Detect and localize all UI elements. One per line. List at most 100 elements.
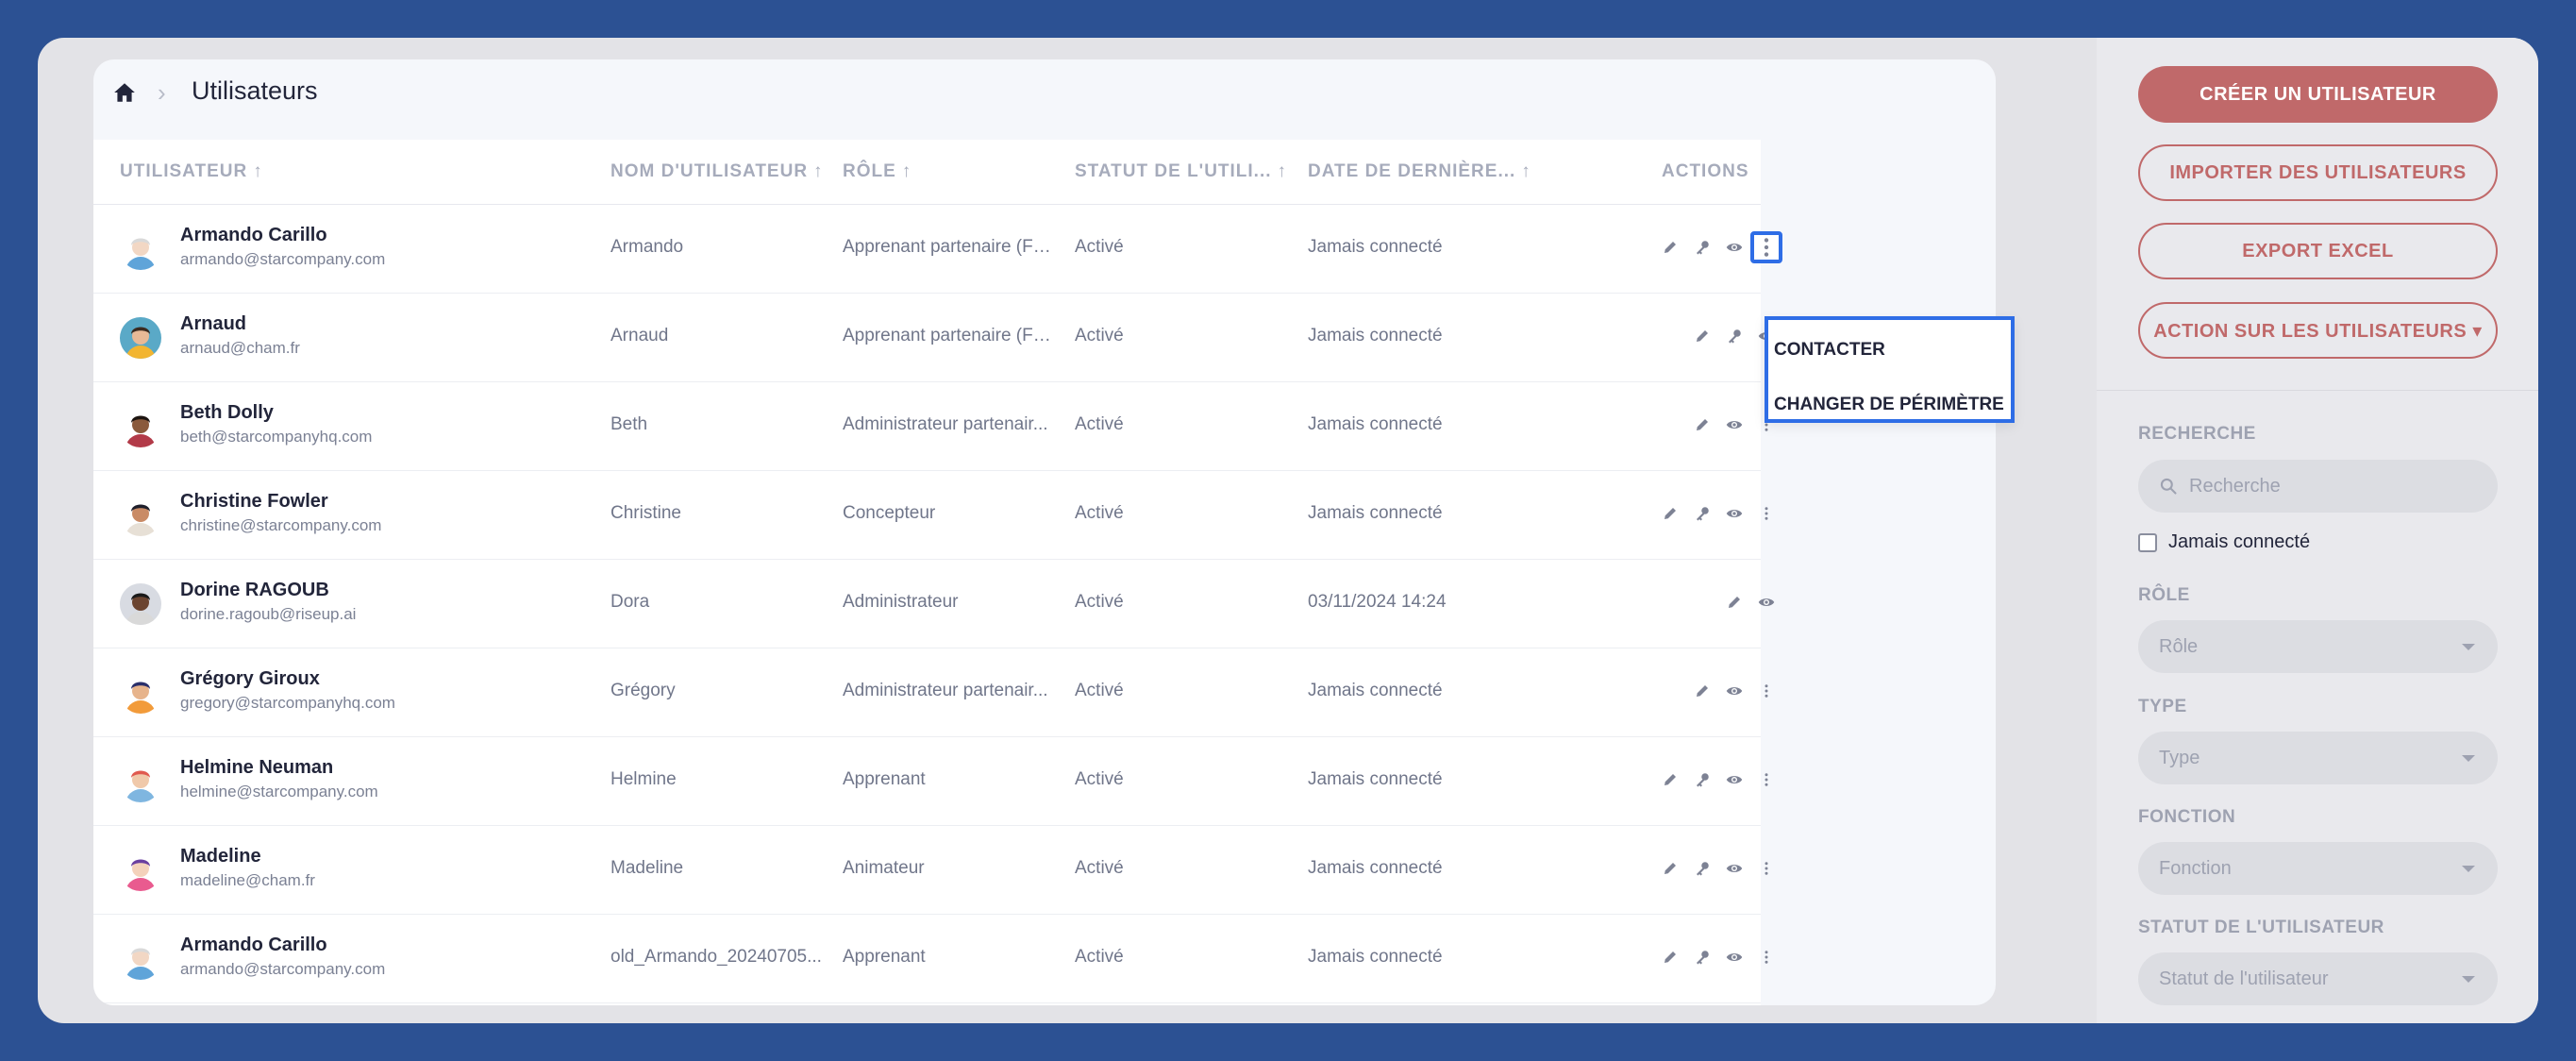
user-name[interactable]: Beth Dolly — [180, 402, 274, 424]
more-options-icon[interactable] — [1750, 231, 1782, 263]
last-connection-cell: Jamais connecté — [1308, 414, 1443, 434]
view-icon[interactable] — [1722, 235, 1747, 260]
user-status-select[interactable]: Statut de l'utilisateur — [2138, 952, 2498, 1005]
more-options-icon[interactable] — [1754, 679, 1779, 703]
key-icon[interactable] — [1690, 945, 1715, 969]
menu-item-contact[interactable]: CONTACTER — [1774, 340, 1885, 361]
create-user-button[interactable]: CRÉER UN UTILISATEUR — [2138, 66, 2498, 123]
edit-icon[interactable] — [1690, 679, 1715, 703]
search-input[interactable]: Recherche — [2138, 460, 2498, 513]
edit-icon[interactable] — [1658, 945, 1682, 969]
more-options-icon[interactable] — [1754, 501, 1779, 526]
status-cell: Activé — [1075, 503, 1124, 523]
column-header-role[interactable]: RÔLE ↑ — [843, 161, 912, 182]
users-action-dropdown[interactable]: ACTION SUR LES UTILISATEURS ▾ — [2138, 302, 2498, 359]
table-row[interactable]: Grégory Giroux gregory@starcompanyhq.com G… — [93, 648, 1768, 737]
status-cell: Activé — [1075, 592, 1124, 612]
table-row[interactable]: Helmine Neuman helmine@starcompany.com Hel… — [93, 736, 1768, 826]
user-email: beth@starcompanyhq.com — [180, 428, 373, 446]
page-title: Utilisateurs — [192, 76, 318, 105]
sort-arrow-icon: ↑ — [1277, 161, 1288, 181]
avatar — [120, 495, 161, 536]
edit-icon[interactable] — [1690, 413, 1715, 437]
table-row[interactable]: Christine Fowler christine@starcompany.co… — [93, 470, 1768, 560]
user-name[interactable]: Christine Fowler — [180, 491, 328, 513]
view-icon[interactable] — [1722, 856, 1747, 881]
username-cell: Beth — [611, 414, 648, 434]
username-cell: Madeline — [611, 858, 684, 878]
breadcrumb-separator-icon: › — [158, 78, 166, 107]
edit-icon[interactable] — [1690, 324, 1715, 348]
column-header-last-date[interactable]: DATE DE DERNIÈRE... ↑ — [1308, 161, 1531, 182]
user-name[interactable]: Armando Carillo — [180, 225, 327, 246]
sort-arrow-icon: ↑ — [813, 161, 824, 181]
sort-arrow-icon: ↑ — [253, 161, 263, 181]
view-icon[interactable] — [1722, 501, 1747, 526]
sort-arrow-icon: ↑ — [901, 161, 912, 181]
role-cell: Administrateur — [843, 592, 959, 612]
username-cell: Grégory — [611, 681, 676, 700]
user-name[interactable]: Grégory Giroux — [180, 668, 320, 690]
status-cell: Activé — [1075, 414, 1124, 434]
never-connected-filter[interactable]: Jamais connecté — [2138, 531, 2310, 553]
table-row[interactable]: Armando Carillo armando@starcompany.com Ar… — [93, 204, 1782, 294]
export-excel-button[interactable]: EXPORT EXCEL — [2138, 223, 2498, 279]
view-icon[interactable] — [1754, 590, 1779, 615]
last-connection-cell: Jamais connecté — [1308, 681, 1443, 700]
user-email: madeline@cham.fr — [180, 871, 315, 889]
status-cell: Activé — [1075, 237, 1124, 257]
edit-icon[interactable] — [1658, 501, 1682, 526]
role-cell: Apprenant — [843, 947, 926, 967]
role-cell: Apprenant partenaire (FF... — [843, 237, 1052, 257]
view-icon[interactable] — [1722, 767, 1747, 792]
import-users-button[interactable]: IMPORTER DES UTILISATEURS — [2138, 144, 2498, 201]
edit-icon[interactable] — [1722, 590, 1747, 615]
more-options-icon[interactable] — [1754, 856, 1779, 881]
user-name[interactable]: Armando Carillo — [180, 935, 327, 956]
user-name[interactable]: Helmine Neuman — [180, 757, 333, 779]
key-icon[interactable] — [1690, 235, 1715, 260]
status-cell: Activé — [1075, 326, 1124, 345]
user-name[interactable]: Arnaud — [180, 313, 246, 335]
user-name[interactable]: Madeline — [180, 846, 261, 867]
type-select[interactable]: Type — [2138, 732, 2498, 784]
never-connected-checkbox[interactable] — [2138, 532, 2157, 552]
function-label: FONCTION — [2138, 807, 2236, 827]
more-options-icon[interactable] — [1754, 767, 1779, 792]
avatar — [120, 583, 161, 625]
view-icon[interactable] — [1722, 679, 1747, 703]
avatar — [120, 850, 161, 891]
function-select[interactable]: Fonction — [2138, 842, 2498, 895]
key-icon[interactable] — [1690, 501, 1715, 526]
avatar — [120, 228, 161, 270]
table-row[interactable]: Arnaud arnaud@cham.fr Arnaud Apprenant part… — [93, 293, 1775, 382]
username-cell: Helmine — [611, 769, 677, 789]
sidebar-divider — [2097, 390, 2538, 391]
role-select[interactable]: Rôle — [2138, 620, 2498, 673]
table-row[interactable]: Beth Dolly beth@starcompanyhq.com Beth Admi… — [93, 381, 1768, 471]
last-connection-cell: Jamais connecté — [1308, 769, 1443, 789]
home-icon[interactable] — [112, 80, 137, 105]
key-icon[interactable] — [1722, 324, 1747, 348]
table-row[interactable]: Madeline madeline@cham.fr Madeline Animateu… — [93, 825, 1768, 915]
key-icon[interactable] — [1690, 767, 1715, 792]
column-header-user[interactable]: UTILISATEUR ↑ — [120, 161, 263, 182]
user-name[interactable]: Dorine RAGOUB — [180, 580, 329, 601]
edit-icon[interactable] — [1658, 235, 1682, 260]
view-icon[interactable] — [1722, 413, 1747, 437]
key-icon[interactable] — [1690, 856, 1715, 881]
view-icon[interactable] — [1722, 945, 1747, 969]
column-header-username[interactable]: NOM D'UTILISATEUR ↑ — [611, 161, 824, 182]
user-email: gregory@starcompanyhq.com — [180, 694, 395, 712]
column-header-actions: ACTIONS — [1662, 161, 1749, 181]
more-options-icon[interactable] — [1754, 945, 1779, 969]
table-row[interactable]: Dorine RAGOUB dorine.ragoub@riseup.ai Dora… — [93, 559, 1775, 648]
table-row[interactable]: Armando Carillo armando@starcompany.com ol… — [93, 914, 1768, 1003]
edit-icon[interactable] — [1658, 767, 1682, 792]
edit-icon[interactable] — [1658, 856, 1682, 881]
role-cell: Administrateur partenair... — [843, 414, 1048, 434]
column-header-status[interactable]: STATUT DE L'UTILI... ↑ — [1075, 161, 1287, 182]
menu-item-change-scope[interactable]: CHANGER DE PÉRIMÈTRE — [1774, 395, 2004, 415]
status-cell: Activé — [1075, 681, 1124, 700]
username-cell: old_Armando_20240705... — [611, 947, 822, 967]
